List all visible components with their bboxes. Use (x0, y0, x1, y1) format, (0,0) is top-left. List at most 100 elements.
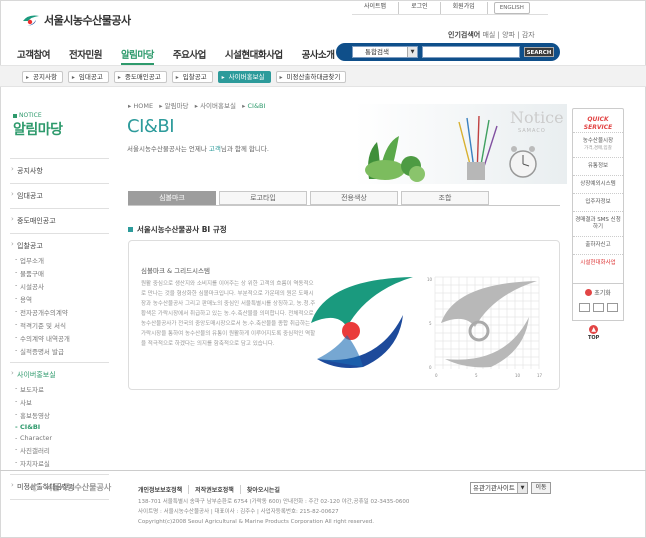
footer-directions-link[interactable]: 찾아오시는길 (241, 485, 286, 494)
lnb-sub-item[interactable]: 물품구매 (10, 266, 109, 279)
lnb-sub-item[interactable]: 사진갤러리 (10, 443, 109, 456)
breadcrumb-item[interactable]: 알림마당 (165, 102, 189, 110)
english-link[interactable]: ENGLISH (493, 2, 530, 14)
lnb-sub-item[interactable]: 자치자료실 (10, 456, 109, 469)
subnav-broker[interactable]: 중도매인공고 (113, 71, 167, 83)
subnav-notice[interactable]: 공지사항 (22, 71, 63, 83)
lnb-bid[interactable]: 입찰공고 (10, 239, 109, 253)
search-input[interactable] (422, 46, 520, 58)
logo-text: 서울시농수산물공사 (44, 14, 131, 27)
quick-item-tenant[interactable]: 입주자정보 (573, 193, 623, 211)
page-description: 서울시농수산물공사는 언제나 고객님과 함께 합니다. (127, 145, 269, 153)
search-category-value: 통합검색 (365, 48, 389, 56)
sub-nav: 공지사항 임대공고 중도매인공고 입찰공고 사이버홍보실 미정산출하대금찾기 (0, 65, 646, 87)
lnb-sub-item[interactable]: 홍보동영상 (10, 408, 109, 421)
lnb-notice-label: NOTICE (19, 112, 42, 119)
grid-tick-y: 10 (427, 277, 433, 282)
tab-color[interactable]: 전용색상 (310, 191, 398, 205)
breadcrumb: ▸ HOME ▸ 알림마당 ▸ 사이버홍보실 ▸ CI&BI (128, 102, 266, 110)
footer-logo-symbol-icon (28, 484, 42, 493)
related-sites-select[interactable]: 유관기관사이트 ▼ (470, 482, 528, 494)
lnb-sub-item[interactable]: 시설공사 (10, 279, 109, 292)
gnb-modernization[interactable]: 시설현대화사업 (225, 47, 283, 65)
lnb-sub-item[interactable]: 전자공개수의계약 (10, 305, 109, 318)
lnb-sub-item[interactable]: 적격기준 및 서식 (10, 318, 109, 331)
tab-combination[interactable]: 조합 (401, 191, 489, 205)
tab-underline (128, 205, 560, 206)
search-category-select[interactable]: 통합검색 ▼ (352, 46, 418, 58)
lnb-lease[interactable]: 임대공고 (10, 189, 109, 203)
notice-watermark-sub: SAMACO (518, 128, 546, 134)
footer-address: 138-701 서울특별시 송파구 남부순환로 6754 (가락동 600) 안… (138, 499, 410, 525)
plus-circle-icon (585, 289, 593, 296)
footer-copyright-link[interactable]: 저작권보호정책 (189, 485, 241, 494)
lnb-sub-item[interactable]: 실적증명서 발급 (10, 344, 109, 357)
lnb-sub-item[interactable]: 보도자료 (10, 382, 109, 395)
print-icon[interactable] (606, 303, 618, 312)
bi-content-box: 심볼마크 & 그리드시스템 원활 중심으로 생산지와 소비지를 이어주는 상 위… (128, 240, 560, 390)
reset-button[interactable]: 초기화 (573, 288, 623, 297)
gnb-notice[interactable]: 알림마당 (120, 47, 154, 65)
main-nav: 고객참여 전자민원 알림마당 주요사업 시설현대화사업 공사소개 (17, 47, 354, 65)
subnav-unsettled[interactable]: 미정산출하대금찾기 (275, 71, 347, 83)
breadcrumb-item[interactable]: 사이버홍보실 (200, 102, 236, 110)
lnb-notice[interactable]: 공지사항 (10, 164, 109, 178)
join-link[interactable]: 회원가입 (441, 2, 488, 14)
top-button[interactable]: ▲ TOP (588, 325, 599, 341)
symbol-mark-image (311, 277, 413, 368)
lnb-sub-item-ci-bi[interactable]: CI&BI (10, 421, 109, 432)
subnav-cyber-pr[interactable]: 사이버홍보실 (217, 71, 271, 83)
page-title: CI&BI (127, 116, 175, 137)
grid-tick-x: 0 (435, 373, 438, 378)
site-logo[interactable]: 서울시농수산물공사 (22, 12, 131, 28)
search-button[interactable]: SEARCH (524, 47, 554, 57)
square-bullet-icon (13, 113, 17, 118)
mail-icon[interactable] (578, 303, 590, 312)
save-icon[interactable] (592, 303, 604, 312)
lnb-sub-item[interactable]: 수의계약 내역공개 (10, 331, 109, 344)
grid-tick-x: 17 (537, 373, 543, 378)
notice-watermark: Notice (510, 108, 564, 127)
side-menu: 공지사항 임대공고 중도매인공고 입찰공고 업무소개 물품구매 시설공사 용역 … (10, 153, 109, 505)
chevron-down-icon: ▼ (407, 47, 417, 57)
popular-terms[interactable]: 매실 | 양파 | 감자 (482, 31, 534, 39)
tab-symbol-mark[interactable]: 심볼마크 (128, 191, 216, 205)
sitemap-link[interactable]: 사이트맵 (352, 2, 400, 14)
login-link[interactable]: 로그인 (399, 2, 441, 14)
lnb-sub-item[interactable]: 용역 (10, 292, 109, 305)
symbol-description: 원활 중심으로 생산지와 소비지를 이어주는 상 위한 고객의 흐름이 역동적으… (141, 281, 316, 347)
quick-item-market[interactable]: 농수산물시장 가격,경매,입찰 (573, 132, 623, 157)
grid-tick-y: 0 (429, 365, 432, 370)
quick-item-distribution[interactable]: 유통정보 (573, 157, 623, 175)
grid-tick-x: 10 (515, 373, 521, 378)
gnb-about[interactable]: 공사소개 (302, 47, 335, 65)
gnb-customer[interactable]: 고객참여 (17, 47, 50, 65)
tab-bar: 심볼마크 로고타입 전용색상 조합 (128, 191, 489, 205)
lnb-heading: 알림마당 (13, 122, 63, 138)
quick-item-listing[interactable]: 상장예외시스템 (573, 175, 623, 193)
utility-divider (352, 14, 548, 15)
subnav-bid[interactable]: 입찰공고 (171, 71, 213, 83)
lnb-broker[interactable]: 중도매인공고 (10, 214, 109, 228)
footer-logo: 서울시농수산물공사 (28, 482, 111, 493)
gnb-civil[interactable]: 전자민원 (69, 47, 102, 65)
quick-item-sms[interactable]: 경매결과 SMS 신청하기 (573, 211, 623, 236)
breadcrumb-home[interactable]: HOME (133, 102, 153, 110)
grid-tick-x: 5 (475, 373, 478, 378)
square-bullet-icon (128, 227, 133, 232)
lnb-sub-item[interactable]: Character (10, 432, 109, 443)
symbol-grid-label: 심볼마크 & 그리드시스템 (141, 267, 211, 275)
section-title: 서울시농수산물공사 BI 규정 (128, 224, 227, 235)
tab-logotype[interactable]: 로고타입 (219, 191, 307, 205)
subnav-lease[interactable]: 임대공고 (67, 71, 109, 83)
gnb-business[interactable]: 주요사업 (173, 47, 206, 65)
quick-item-shipper[interactable]: 출하자신고 (573, 236, 623, 254)
lnb-sub-item[interactable]: 업무소개 (10, 253, 109, 266)
lnb-sub-item[interactable]: 사보 (10, 395, 109, 408)
lnb-cyber-pr[interactable]: 사이버홍보실 (10, 368, 109, 382)
footer-divider (0, 470, 646, 471)
footer-privacy-link[interactable]: 개인정보보호정책 (138, 485, 190, 494)
quick-item-modernization[interactable]: 시설현대화사업 (573, 254, 623, 272)
go-button[interactable]: 이동 (531, 482, 551, 494)
grid-system-image: 10 5 0 0 5 10 17 (427, 276, 543, 378)
